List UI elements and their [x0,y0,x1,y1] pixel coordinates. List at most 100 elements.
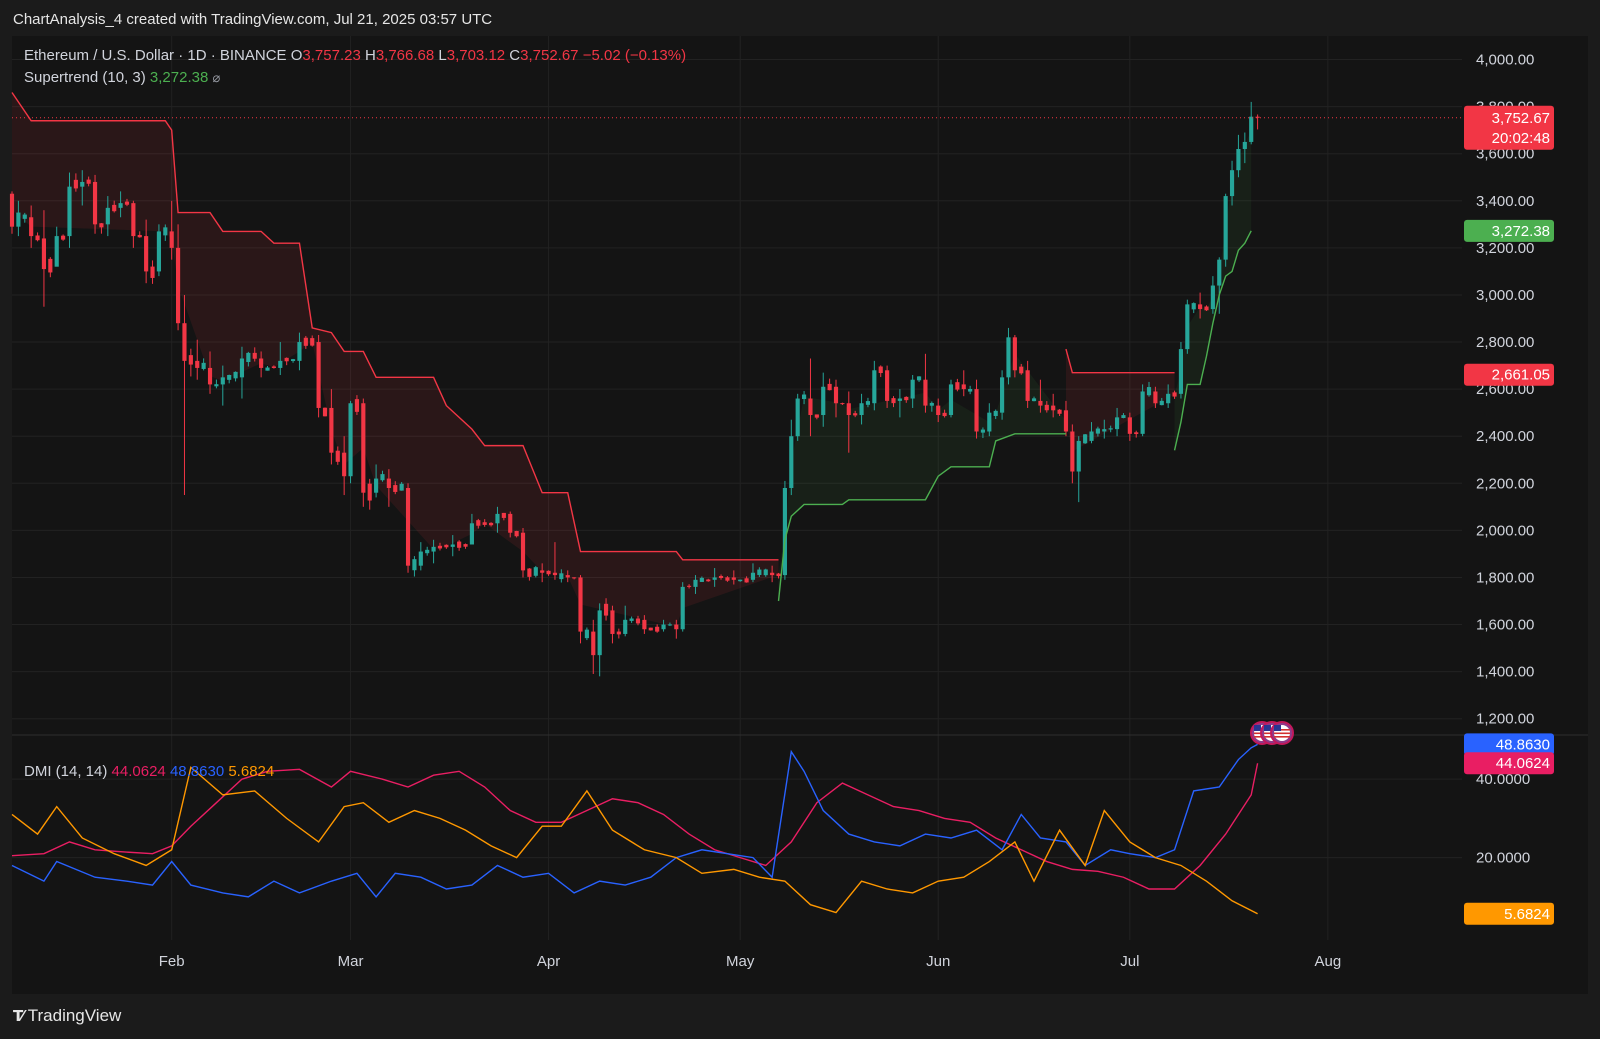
candle-body [904,396,909,401]
candle-body [124,201,130,205]
candle [1210,276,1215,314]
candle-body [271,366,276,368]
candle [54,226,59,267]
candle-body [1114,417,1120,430]
candle-body [1198,304,1203,310]
candle [265,366,270,371]
candle-body [865,401,871,405]
candle-body [603,603,609,616]
candle [405,483,411,573]
candle [610,605,615,644]
candle [1191,302,1196,314]
candle-body [635,618,641,624]
candle-body [54,236,59,267]
low-label: L [438,47,447,64]
candle-body [1210,285,1215,310]
symbol-name[interactable]: Ethereum / U.S. Dollar · 1D · BINANCE [24,47,287,64]
candle-body [508,513,513,533]
candle-body [227,374,232,380]
hidden-eye-icon[interactable]: ⌀ [212,70,220,85]
candle-body [329,407,334,453]
economic-events [1250,721,1294,745]
candle-body [1063,410,1069,432]
candle-body [265,367,270,371]
candle [533,565,538,578]
candle-body [35,235,40,241]
supertrend-value: 3,272.38 [149,69,209,86]
dmi-legend[interactable]: DMI (14, 14) 44.0624 48.8630 5.6824 [24,763,274,780]
candle-body [770,572,775,576]
candle-body [1223,196,1228,260]
candle-body [1076,440,1081,472]
candle-body [150,266,155,278]
candle [974,379,979,439]
candle-body [29,217,34,237]
candle-body [789,436,794,488]
candle-body [233,371,238,379]
candle-body [220,377,225,385]
candle-body [910,379,915,399]
flag-canton [1274,725,1281,731]
candle-body [80,181,85,187]
candle-body [680,586,685,630]
dmi-label[interactable]: DMI (14, 14) [24,763,107,780]
candle-body [840,403,845,405]
candle-body [131,203,136,237]
candle-body [303,337,308,346]
candle [1006,327,1011,385]
flag-canton [1254,725,1261,731]
candle-body [591,631,596,656]
candle-body [578,577,583,632]
tradingview-logo[interactable]: T⁄ TradingView [13,1006,121,1026]
candle-body [1140,391,1145,434]
candle-body [469,523,474,545]
candle-body [687,585,692,587]
dmi-line-adx [11,766,1258,915]
chart-canvas[interactable]: 1,200.00 1,400.00 1,600.00 1,800.00 2,000.00… [0,0,1600,1039]
candle-body [955,382,960,390]
candle-body [444,544,449,548]
candle-body [105,207,110,225]
candle [1249,101,1254,145]
candle-body [718,575,724,579]
candle-body [648,627,653,631]
candle-body [738,579,743,582]
candle-body [195,360,200,368]
candle-body [367,483,372,501]
candle-body [1057,409,1062,414]
candle-body [463,544,468,547]
supertrend-legend[interactable]: Supertrend (10, 3) 3,272.38 ⌀ [24,69,220,86]
candle-body [936,405,941,416]
candle-body [1121,415,1126,419]
symbol-legend[interactable]: Ethereum / U.S. Dollar · 1D · BINANCE O3… [24,47,686,64]
candle-body [968,388,973,392]
candle [1025,360,1030,408]
candle [182,294,187,496]
candle-body [207,367,213,385]
candle-body [1159,400,1164,406]
candle [591,619,596,674]
candle-body [623,619,628,634]
candle [214,379,219,389]
candle [872,360,877,411]
candle-body [846,403,851,416]
candle [418,542,423,571]
candle [527,568,532,581]
flag-stripe [1274,732,1290,735]
candle [648,627,653,631]
price-axis-tick-label: 3,000.00 [1476,287,1534,304]
candle-body [252,352,257,359]
candle-body [629,618,634,621]
candle [1178,342,1184,399]
us-flag-icon[interactable] [1270,721,1294,745]
candle [48,257,53,278]
candle-body [112,204,117,212]
candle-body [322,407,328,417]
candle [1083,434,1088,444]
open-label: O [290,47,303,64]
supertrend-label[interactable]: Supertrend (10, 3) [24,69,146,86]
candle-body [520,532,526,571]
candle [284,357,289,366]
candle-body [1000,377,1005,413]
candle-body [616,631,621,635]
